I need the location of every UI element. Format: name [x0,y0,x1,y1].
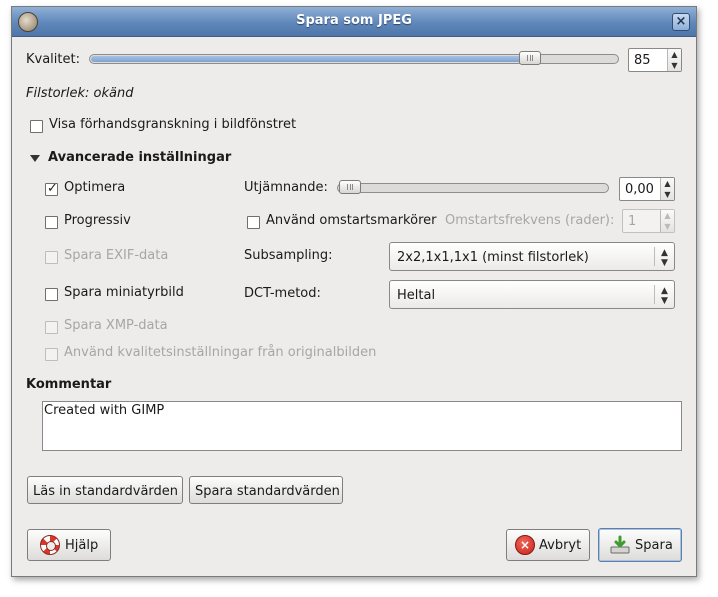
preview-checkbox[interactable] [30,120,43,133]
filesize-label: Filstorlek: okänd [26,86,134,101]
subsampling-combo[interactable]: 2x2,1x1,1x1 (minst filstorlek) ▲ ▼ [389,242,675,271]
smoothing-spin-arrows[interactable]: ▲ ▼ [660,178,674,200]
original-quality-checkbox [45,348,58,361]
progressive-checkbox[interactable] [45,216,58,229]
restart-markers-checkbox[interactable] [247,216,260,229]
quality-label-text: Kvalitet: [26,52,80,67]
close-icon[interactable]: × [672,13,690,31]
optimize-checkbox[interactable]: ✓ [45,181,58,196]
quality-label: Kvalitet: [26,52,80,67]
updown-arrow-icon: ▲ ▼ [654,247,674,268]
comment-label: Kommentar [26,377,112,392]
dct-combo[interactable]: Heltal ▲ ▼ [389,280,675,309]
smoothing-label: Utjämnande: [244,180,328,195]
optimize-label[interactable]: Optimera [64,180,125,195]
thumbnail-checkbox[interactable] [45,288,58,301]
quality-slider-thumb[interactable] [519,51,542,65]
load-defaults-label: Läs in standardvärden [33,484,179,499]
smoothing-value: 0,00 [625,182,654,197]
restart-frequency-spinbutton: 1 ▲ ▼ [622,209,675,233]
quality-spin-arrows[interactable]: ▲ ▼ [667,49,681,71]
quality-slider[interactable] [89,51,619,65]
restart-markers-label[interactable]: Använd omstartsmarkörer [266,213,436,228]
quality-spinbutton[interactable]: 85 ▲ ▼ [628,48,682,72]
checkmark-icon: ✓ [47,181,58,196]
save-icon [610,535,630,554]
lifebuoy-icon [40,535,60,555]
xmp-label: Spara XMP-data [64,318,168,333]
dct-label: DCT-metod: [244,286,321,301]
xmp-checkbox [45,321,58,334]
save-defaults-label: Spara standardvärden [195,484,340,499]
comment-text: Created with GIMP [44,403,165,418]
subsampling-value: 2x2,1x1,1x1 (minst filstorlek) [397,250,589,265]
cancel-icon: × [515,535,535,555]
help-button[interactable]: Hjälp [27,529,111,561]
restart-frequency-value: 1 [628,214,637,229]
save-label: Spara [635,538,673,553]
subsampling-label: Subsampling: [244,248,333,263]
restart-frequency-label: Omstartsfrekvens (rader): [445,213,615,228]
quality-slider-fill [91,56,530,62]
save-defaults-button[interactable]: Spara standardvärden [189,476,343,504]
save-button[interactable]: Spara [598,528,682,562]
smoothing-spinbutton[interactable]: 0,00 ▲ ▼ [619,177,675,201]
thumbnail-label[interactable]: Spara miniatyrbild [64,285,184,300]
preview-label[interactable]: Visa förhandsgranskning i bildfönstret [49,117,296,132]
title-bar[interactable]: Spara som JPEG × [12,7,696,37]
load-defaults-button[interactable]: Läs in standardvärden [27,476,183,504]
cancel-button[interactable]: × Avbryt [506,529,590,561]
cancel-label: Avbryt [539,538,582,553]
smoothing-slider-thumb[interactable] [339,180,361,194]
dct-value: Heltal [397,288,436,303]
exif-checkbox [45,251,58,264]
help-label: Hjälp [65,538,99,553]
progressive-label[interactable]: Progressiv [64,213,131,228]
restart-frequency-spin-arrows: ▲ ▼ [660,210,674,232]
updown-arrow-icon: ▲ ▼ [654,285,674,306]
expander-arrow-icon[interactable] [30,155,40,162]
jpeg-export-dialog: Spara som JPEG × Kvalitet: 85 ▲ ▼ Filstor… [11,6,697,577]
advanced-settings-expander[interactable]: Avancerade inställningar [48,150,231,165]
smoothing-slider[interactable] [337,180,609,194]
quality-value: 85 [634,53,651,68]
comment-textarea[interactable]: Created with GIMP [42,401,682,451]
window-title: Spara som JPEG [296,13,412,28]
exif-label: Spara EXIF-data [64,248,169,263]
original-quality-label: Använd kvalitetsinställningar från origi… [64,345,377,360]
